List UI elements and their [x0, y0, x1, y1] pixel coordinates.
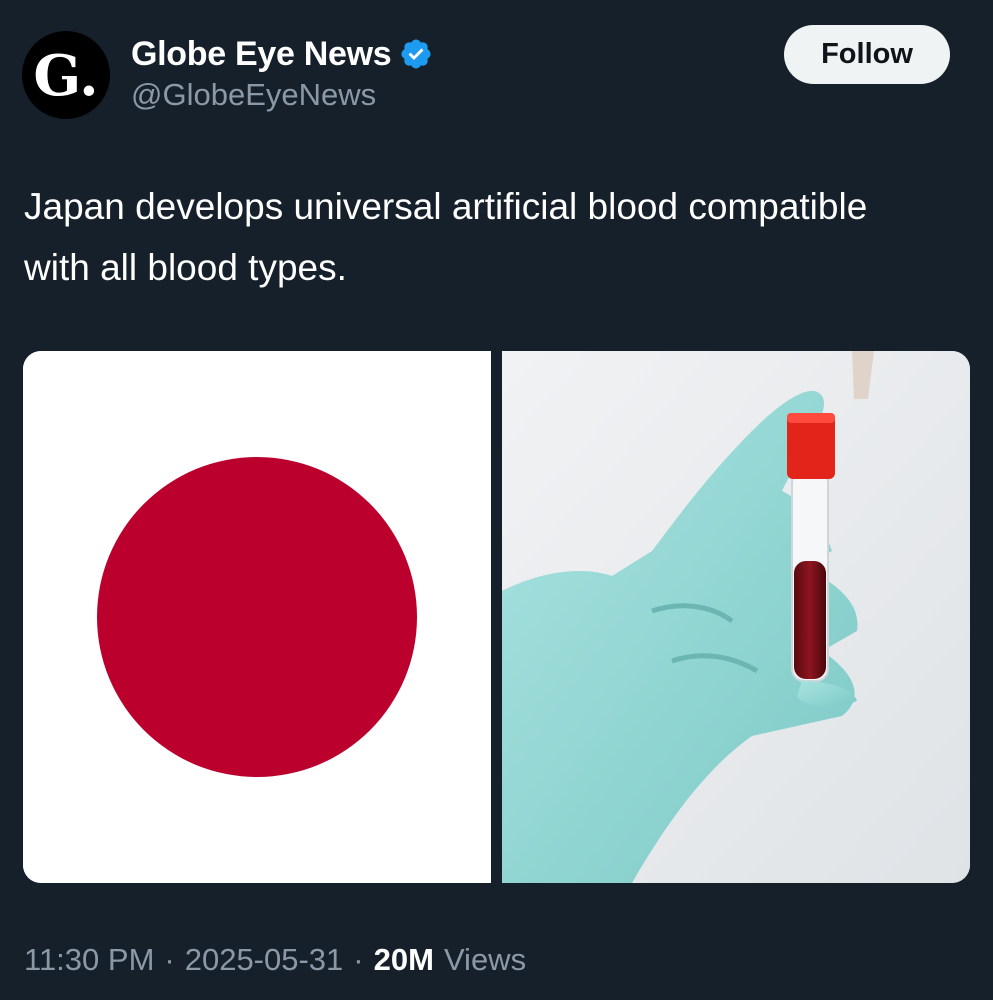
tweet-time[interactable]: 11:30 PM — [24, 942, 154, 978]
views-label: Views — [443, 942, 527, 977]
footer-separator: · — [164, 942, 175, 977]
display-name[interactable]: Globe Eye News — [131, 35, 392, 74]
media-grid — [23, 351, 970, 883]
media-divider — [491, 351, 502, 883]
tweet-date[interactable]: 2025-05-31 — [185, 942, 344, 978]
follow-button[interactable]: Follow — [784, 25, 950, 84]
name-row: Globe Eye News — [131, 33, 433, 75]
japan-flag-image[interactable] — [23, 351, 491, 883]
avatar[interactable]: G. — [22, 31, 110, 119]
tweet-text: Japan develops universal artificial bloo… — [24, 186, 868, 288]
views-count[interactable]: 20M — [374, 942, 434, 978]
footer-separator: · — [353, 942, 364, 977]
japan-flag-icon — [23, 351, 491, 883]
gloved-hand-blood-tube-icon — [502, 351, 970, 883]
tweet-card: G. Globe Eye News @GlobeEyeNews Follow J… — [0, 0, 993, 1000]
tweet-footer: 11:30 PM · 2025-05-31 · 20M Views — [24, 942, 526, 978]
blood-tube-photo[interactable] — [502, 351, 970, 883]
verified-badge-icon — [401, 39, 431, 69]
handle[interactable]: @GlobeEyeNews — [131, 77, 376, 113]
avatar-letter: G. — [33, 43, 99, 109]
